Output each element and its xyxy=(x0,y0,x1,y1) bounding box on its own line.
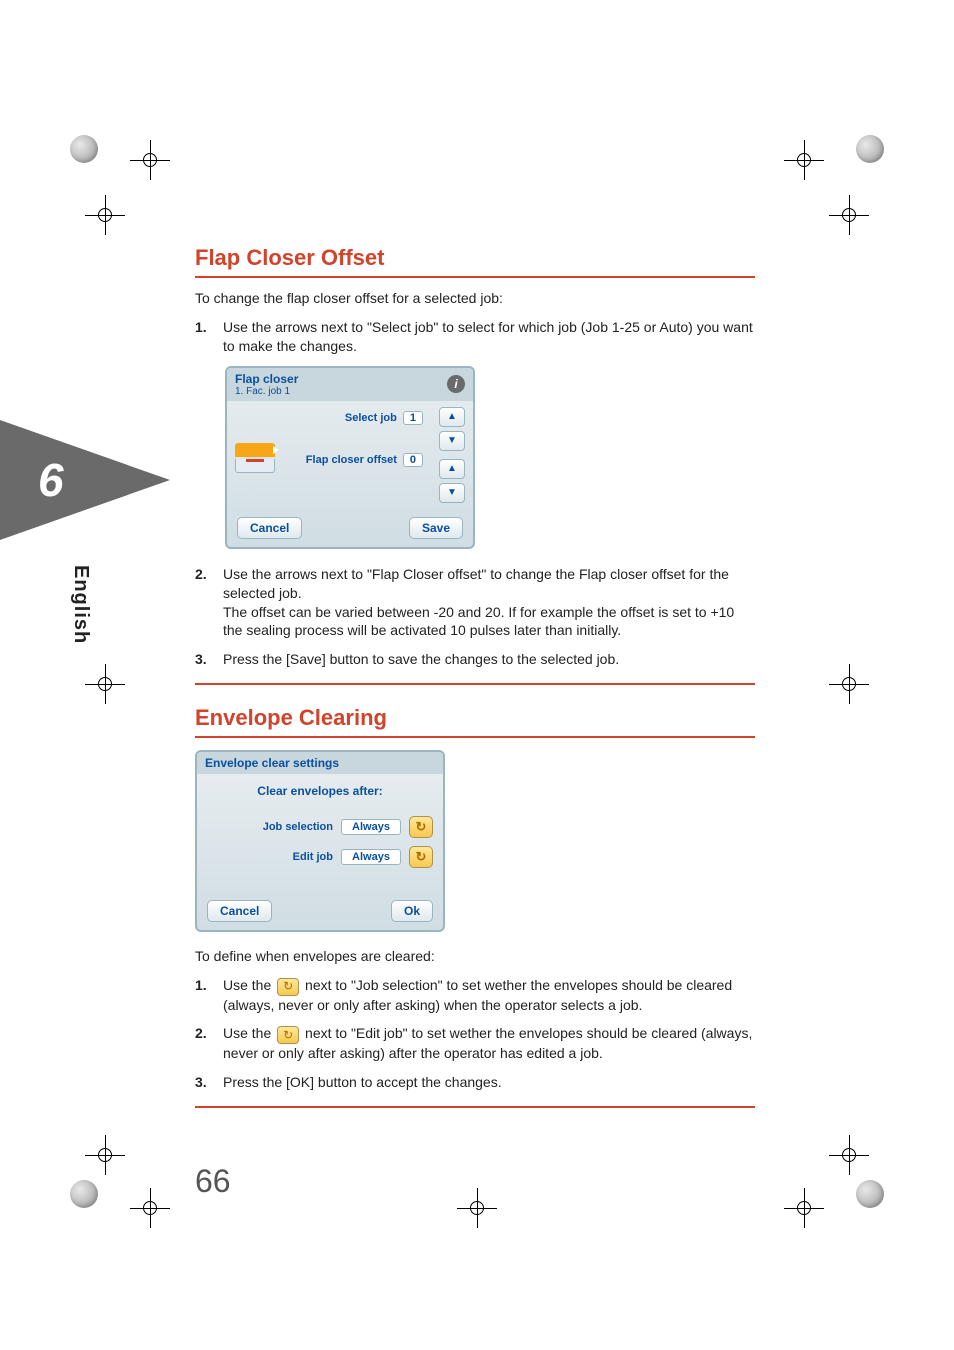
save-button[interactable]: Save xyxy=(409,517,463,539)
registration-mark xyxy=(829,1135,869,1175)
registration-mark xyxy=(784,1188,824,1228)
offset-value: 0 xyxy=(403,453,423,467)
step-number: 2. xyxy=(195,1024,223,1062)
cycle-icon[interactable]: ↻ xyxy=(409,816,433,838)
chapter-number: 6 xyxy=(38,453,64,507)
panel-header: Clear envelopes after: xyxy=(207,784,433,798)
edit-job-row: Edit job Always ↻ xyxy=(207,846,433,868)
step-text: Press the [Save] button to save the chan… xyxy=(223,650,755,669)
panel-subtitle: 1. Fac. job 1 xyxy=(235,386,298,397)
panel-titlebar: Envelope clear settings xyxy=(197,752,443,774)
registration-mark xyxy=(829,664,869,704)
step-number: 3. xyxy=(195,650,223,669)
edit-job-value: Always xyxy=(341,849,401,865)
step-item: 1. Use the ↻ next to "Job selection" to … xyxy=(195,976,755,1014)
step-text-part: Use the xyxy=(223,1025,275,1041)
ok-button[interactable]: Ok xyxy=(391,900,433,922)
select-job-down-button[interactable]: ▼ xyxy=(439,431,465,451)
job-selection-label: Job selection xyxy=(207,821,333,833)
registration-mark xyxy=(85,195,125,235)
step-number: 1. xyxy=(195,318,223,356)
section1-intro: To change the flap closer offset for a s… xyxy=(195,290,755,306)
step-number: 2. xyxy=(195,565,223,641)
cancel-button[interactable]: Cancel xyxy=(207,900,272,922)
info-icon[interactable]: i xyxy=(447,375,465,393)
step-number: 1. xyxy=(195,976,223,1014)
print-dot xyxy=(856,135,884,163)
cancel-button[interactable]: Cancel xyxy=(237,517,302,539)
section-divider xyxy=(195,683,755,685)
section-heading-flap-closer: Flap Closer Offset xyxy=(195,245,755,278)
step-text-part: Use the xyxy=(223,977,275,993)
print-dot xyxy=(70,1180,98,1208)
select-job-row: Select job 1 xyxy=(237,411,463,425)
envelope-clear-panel: Envelope clear settings Clear envelopes … xyxy=(195,750,445,932)
section2-intro: To define when envelopes are cleared: xyxy=(195,948,755,964)
step-item: 2. Use the arrows next to "Flap Closer o… xyxy=(195,565,755,641)
offset-label: Flap closer offset xyxy=(306,454,397,466)
cycle-icon: ↻ xyxy=(277,978,299,996)
chapter-tab: 6 English xyxy=(0,420,170,680)
offset-up-button[interactable]: ▲ xyxy=(439,459,465,479)
select-job-label: Select job xyxy=(345,412,397,424)
cycle-icon: ↻ xyxy=(277,1026,299,1044)
step-extra: The offset can be varied between -20 and… xyxy=(223,604,734,639)
page-number: 66 xyxy=(195,1163,231,1200)
panel-title: Flap closer xyxy=(235,372,298,386)
chapter-arrow: 6 xyxy=(0,420,170,540)
flap-closer-panel: Flap closer 1. Fac. job 1 i Select job 1… xyxy=(225,366,475,549)
section-heading-envelope-clearing: Envelope Clearing xyxy=(195,705,755,738)
offset-down-button[interactable]: ▼ xyxy=(439,483,465,503)
step-text-part: next to "Job selection" to set wether th… xyxy=(223,977,732,1012)
registration-mark xyxy=(85,1135,125,1175)
print-dot xyxy=(70,135,98,163)
step-item: 3. Press the [Save] button to save the c… xyxy=(195,650,755,669)
registration-mark xyxy=(457,1188,497,1228)
panel-titlebar: Flap closer 1. Fac. job 1 i xyxy=(227,368,473,401)
step-text: Use the arrows next to "Select job" to s… xyxy=(223,318,755,356)
step-text: Press the [OK] button to accept the chan… xyxy=(223,1073,755,1092)
language-label: English xyxy=(69,565,92,644)
step-text: Use the arrows next to "Flap Closer offs… xyxy=(223,566,729,601)
job-selection-value: Always xyxy=(341,819,401,835)
print-dot xyxy=(856,1180,884,1208)
step-number: 3. xyxy=(195,1073,223,1092)
cycle-icon[interactable]: ↻ xyxy=(409,846,433,868)
section-divider xyxy=(195,1106,755,1108)
panel-title: Envelope clear settings xyxy=(205,756,339,770)
registration-mark xyxy=(829,195,869,235)
step-item: 3. Press the [OK] button to accept the c… xyxy=(195,1073,755,1092)
select-job-value: 1 xyxy=(403,411,423,425)
registration-mark xyxy=(130,140,170,180)
registration-mark xyxy=(784,140,824,180)
machine-icon xyxy=(235,443,275,473)
edit-job-label: Edit job xyxy=(207,851,333,863)
registration-mark xyxy=(130,1188,170,1228)
select-job-up-button[interactable]: ▲ xyxy=(439,407,465,427)
job-selection-row: Job selection Always ↻ xyxy=(207,816,433,838)
step-item: 1. Use the arrows next to "Select job" t… xyxy=(195,318,755,356)
step-item: 2. Use the ↻ next to "Edit job" to set w… xyxy=(195,1024,755,1062)
step-text-part: next to "Edit job" to set wether the env… xyxy=(223,1025,752,1060)
